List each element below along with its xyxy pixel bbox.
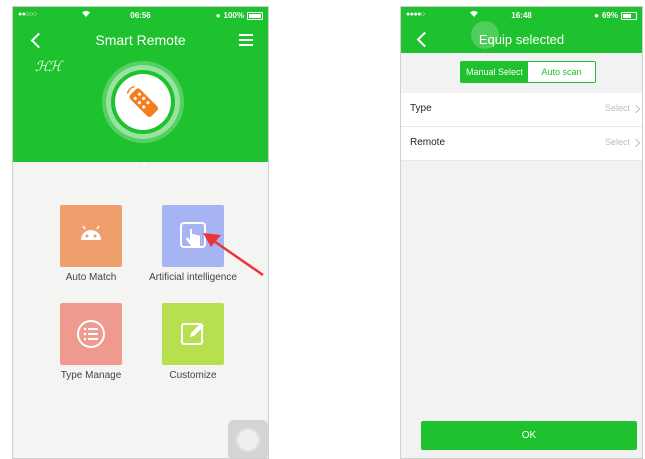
android-icon	[81, 225, 101, 240]
remote-value: Select	[604, 137, 630, 147]
type-row[interactable]: Type Select	[401, 93, 642, 127]
ok-button[interactable]: OK	[421, 421, 637, 450]
customize-tile[interactable]	[162, 303, 224, 365]
header-banner: ●●○○○ 06:56 ● 100% Smart Remote ℋℋ	[13, 7, 268, 165]
edit-pencil-icon	[181, 323, 204, 345]
header-bar: ●●●●○ 16:48 ● 69% Equip selected	[401, 7, 642, 53]
brand-logo: ℋℋ	[35, 59, 62, 75]
battery-percent: 100%	[223, 11, 244, 20]
smart-remote-screen: ●●○○○ 06:56 ● 100% Smart Remote ℋℋ Auto …	[12, 6, 269, 459]
carousel-dots	[13, 152, 268, 170]
battery-indicator: ● 69%	[594, 11, 637, 20]
battery-icon	[621, 11, 637, 20]
customize-label: Customize	[169, 370, 217, 381]
battery-icon	[247, 11, 263, 20]
type-value: Select	[604, 103, 630, 113]
battery-percent: 69%	[601, 11, 618, 20]
assistive-touch-button[interactable]	[228, 420, 268, 458]
mode-segmented-control: Manual Select Auto scan	[460, 61, 596, 83]
auto-scan-tab[interactable]: Auto scan	[528, 62, 595, 82]
type-manage-tile[interactable]	[60, 303, 122, 365]
pointer-arrow-annotation	[203, 233, 264, 277]
auto-match-tile[interactable]	[60, 205, 122, 267]
remote-hero[interactable]	[106, 65, 180, 139]
remote-row[interactable]: Remote Select	[401, 127, 642, 161]
selection-list: Type Select Remote Select	[401, 93, 642, 161]
page-title: Equip selected	[478, 32, 565, 47]
remote-control-icon	[126, 85, 159, 118]
equip-selected-screen: ●●●●○ 16:48 ● 69% Equip selected Manual …	[400, 6, 643, 459]
list-menu-icon[interactable]	[239, 34, 253, 49]
type-label: Type	[410, 103, 432, 114]
status-bar: ●●○○○ 06:56 ● 100%	[13, 7, 268, 23]
battery-indicator: ● 100%	[216, 11, 263, 20]
status-bar: ●●●●○ 16:48 ● 69%	[401, 7, 642, 23]
manual-select-tab[interactable]: Manual Select	[461, 62, 528, 82]
chevron-right-icon	[631, 138, 641, 148]
page-title: Smart Remote	[95, 32, 186, 48]
lock-rotation-icon: ●	[594, 11, 599, 20]
list-circle-icon	[77, 320, 105, 348]
type-manage-label: Type Manage	[60, 370, 122, 381]
chevron-right-icon	[631, 104, 641, 114]
remote-label: Remote	[410, 137, 446, 148]
lock-rotation-icon: ●	[215, 11, 221, 20]
auto-match-label: Auto Match	[65, 272, 117, 283]
